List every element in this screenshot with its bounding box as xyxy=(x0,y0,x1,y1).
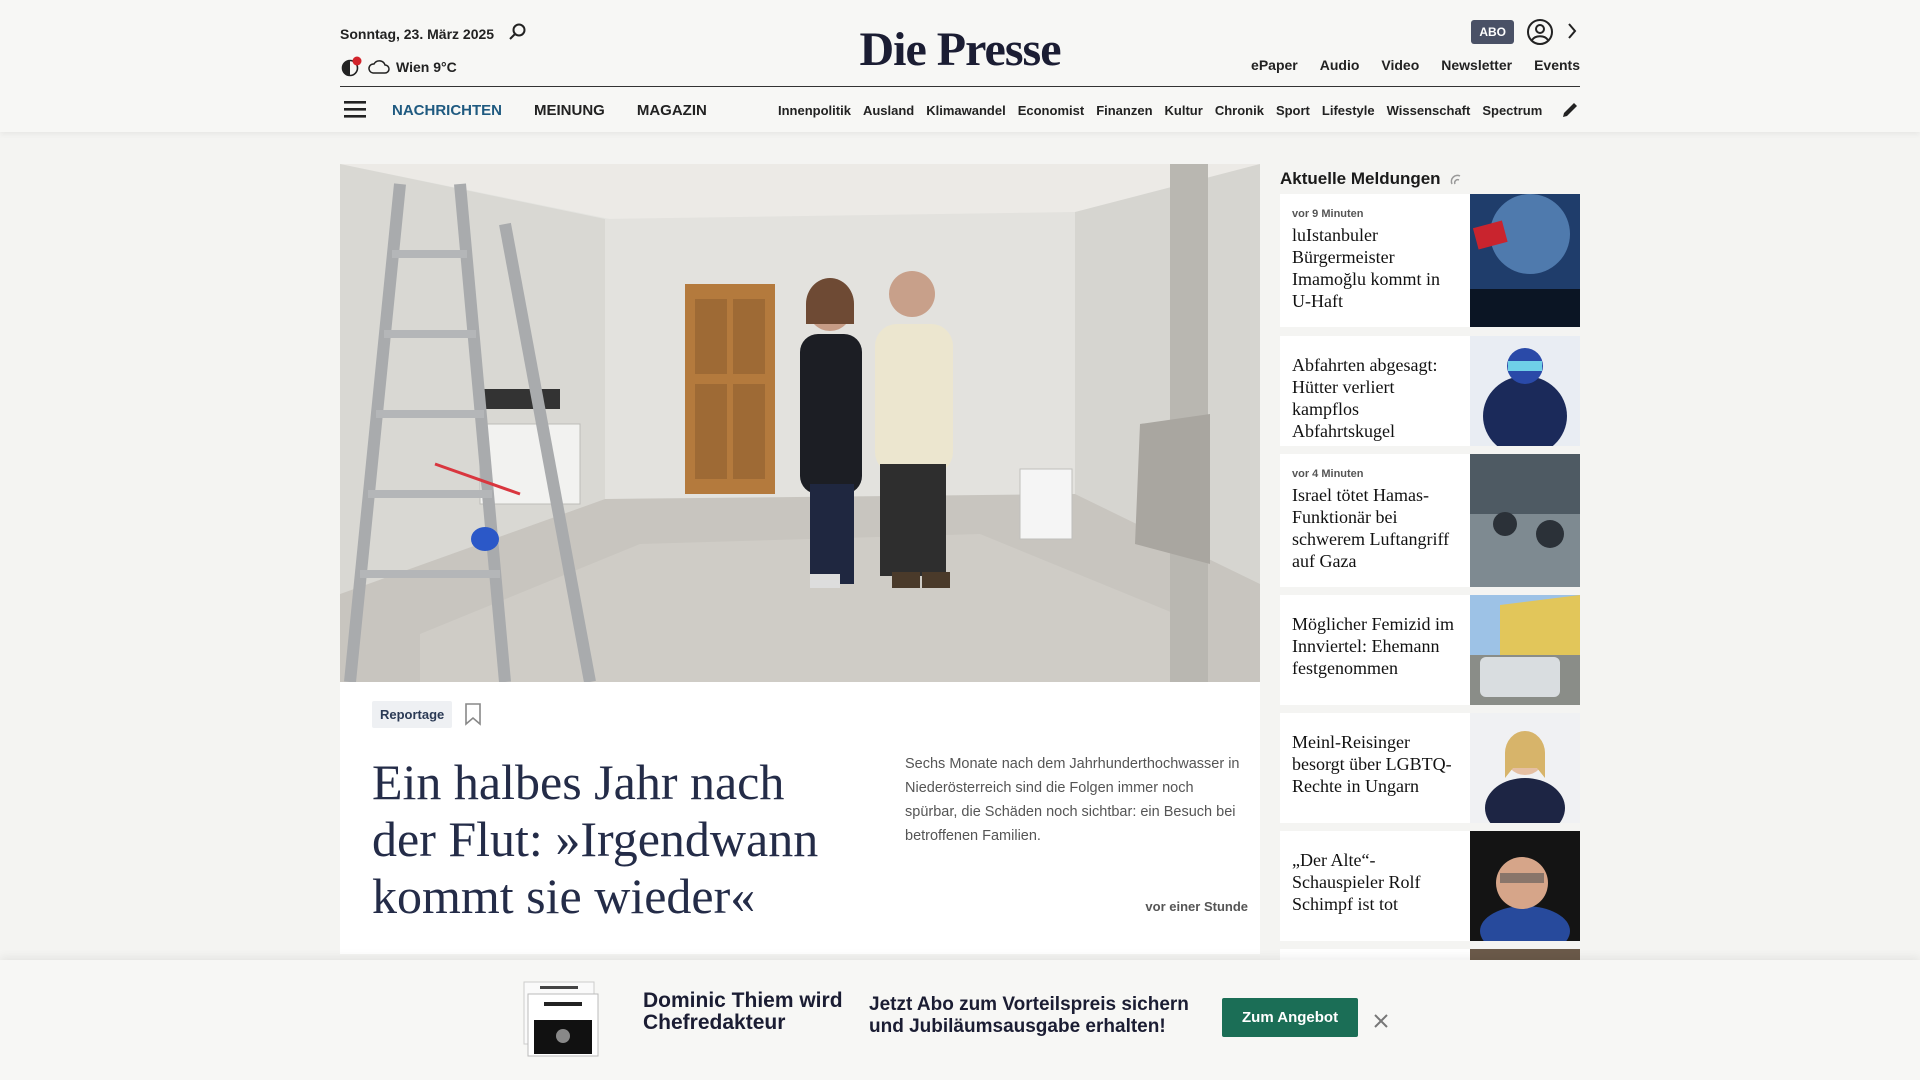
news-title: Meinl-Reisinger besorgt über LGBTQ-Recht… xyxy=(1292,732,1452,796)
news-thumbnail xyxy=(1470,713,1580,823)
news-thumbnail xyxy=(1470,595,1580,705)
news-item-istanbul[interactable]: vor 9 Minuten luIstanbuler Bürgermeister… xyxy=(1280,194,1580,327)
hero-headline[interactable]: Ein halbes Jahr nach der Flut: »Irgendwa… xyxy=(372,754,852,925)
main-nav: NACHRICHTEN MEINUNG MAGAZIN xyxy=(392,102,707,119)
news-text: vor 9 Minuten luIstanbuler Bürgermeister… xyxy=(1292,208,1462,312)
news-thumbnail xyxy=(1470,336,1580,446)
link-newsletter[interactable]: Newsletter xyxy=(1441,57,1512,73)
news-thumbnail xyxy=(1470,454,1580,587)
close-icon[interactable] xyxy=(1372,1012,1390,1030)
latest-news-sidebar: Aktuelle Meldungen vor 9 Minuten luIstan… xyxy=(1280,164,1580,969)
section-economist[interactable]: Economist xyxy=(1018,103,1084,118)
link-video[interactable]: Video xyxy=(1381,57,1419,73)
news-text: Meinl-Reisinger besorgt über LGBTQ-Recht… xyxy=(1292,727,1462,797)
section-wissenschaft[interactable]: Wissenschaft xyxy=(1387,103,1471,118)
nav-meinung[interactable]: MEINUNG xyxy=(534,102,605,119)
user-account-icon[interactable] xyxy=(1526,18,1554,46)
section-kultur[interactable]: Kultur xyxy=(1165,103,1203,118)
section-finanzen[interactable]: Finanzen xyxy=(1096,103,1152,118)
section-nav: Innenpolitik Ausland Klimawandel Economi… xyxy=(778,103,1578,118)
banner-offer-text: Jetzt Abo zum Vorteilspreis sichern und … xyxy=(869,994,1189,1037)
news-thumbnail xyxy=(1470,831,1580,941)
section-klimawandel[interactable]: Klimawandel xyxy=(926,103,1005,118)
subscription-banner: Dominic Thiem wird Chefredakteur Jetzt A… xyxy=(0,960,1920,1080)
news-text: „Der Alte“-Schauspieler Rolf Schimpf ist… xyxy=(1292,845,1462,915)
news-item-gaza[interactable]: vor 4 Minuten Israel tötet Hamas-Funktio… xyxy=(1280,454,1580,587)
newspaper-stack-image xyxy=(523,981,599,1057)
hero-teaser: Sechs Monate nach dem Jahrhunderthochwas… xyxy=(905,756,1240,844)
banner-headline: Dominic Thiem wird Chefredakteur xyxy=(643,989,843,1034)
news-text: vor 4 Minuten Israel tötet Hamas-Funktio… xyxy=(1292,468,1462,572)
news-text: Möglicher Femizid im Innviertel: Ehemann… xyxy=(1292,609,1462,679)
news-time: vor 9 Minuten xyxy=(1292,208,1364,220)
bookmark-icon[interactable] xyxy=(464,702,482,726)
hero-photo[interactable] xyxy=(340,164,1260,682)
header-inner: Sonntag, 23. März 2025 Wien 9°C Die Pres… xyxy=(340,0,1580,132)
news-time: vor 4 Minuten xyxy=(1292,468,1364,480)
nav-magazin[interactable]: MAGAZIN xyxy=(637,102,707,119)
chevron-right-icon[interactable] xyxy=(1564,20,1580,42)
hamburger-menu-icon[interactable] xyxy=(344,99,368,119)
hero-timestamp: vor einer Stunde xyxy=(1145,899,1248,914)
news-title: Möglicher Femizid im Innviertel: Ehemann… xyxy=(1292,614,1454,678)
nav-nachrichten[interactable]: NACHRICHTEN xyxy=(392,102,502,119)
news-item-huetter[interactable]: Abfahrten abgesagt: Hütter verliert kamp… xyxy=(1280,336,1580,446)
section-ausland[interactable]: Ausland xyxy=(863,103,914,118)
link-epaper[interactable]: ePaper xyxy=(1251,57,1298,73)
site-header: Sonntag, 23. März 2025 Wien 9°C Die Pres… xyxy=(0,0,1920,132)
news-title: „Der Alte“-Schauspieler Rolf Schimpf ist… xyxy=(1292,850,1421,914)
hero-article: Reportage Ein halbes Jahr nach der Flut:… xyxy=(340,164,1260,954)
news-thumbnail xyxy=(1470,194,1580,327)
sidebar-title-label: Aktuelle Meldungen xyxy=(1280,169,1441,188)
header-divider xyxy=(340,86,1580,87)
section-chronik[interactable]: Chronik xyxy=(1215,103,1264,118)
sidebar-title: Aktuelle Meldungen xyxy=(1280,164,1580,194)
news-text: Abfahrten abgesagt: Hütter verliert kamp… xyxy=(1292,350,1462,442)
top-links: ePaper Audio Video Newsletter Events xyxy=(1251,57,1580,73)
abo-button[interactable]: ABO xyxy=(1471,20,1514,44)
offer-button[interactable]: Zum Angebot xyxy=(1222,998,1359,1037)
pencil-icon[interactable] xyxy=(1560,100,1580,120)
section-innenpolitik[interactable]: Innenpolitik xyxy=(778,103,851,118)
news-item-meinl-reisinger[interactable]: Meinl-Reisinger besorgt über LGBTQ-Recht… xyxy=(1280,713,1580,823)
section-lifestyle[interactable]: Lifestyle xyxy=(1322,103,1375,118)
link-audio[interactable]: Audio xyxy=(1320,57,1360,73)
section-spectrum[interactable]: Spectrum xyxy=(1482,103,1542,118)
section-sport[interactable]: Sport xyxy=(1276,103,1310,118)
news-item-femizid[interactable]: Möglicher Femizid im Innviertel: Ehemann… xyxy=(1280,595,1580,705)
news-title: Abfahrten abgesagt: Hütter verliert kamp… xyxy=(1292,355,1438,441)
link-events[interactable]: Events xyxy=(1534,57,1580,73)
pulse-icon xyxy=(1450,174,1460,185)
news-title: Israel tötet Hamas-Funktionär bei schwer… xyxy=(1292,485,1450,571)
category-tag[interactable]: Reportage xyxy=(372,701,453,728)
news-item-rolf-schimpf[interactable]: „Der Alte“-Schauspieler Rolf Schimpf ist… xyxy=(1280,831,1580,941)
news-title: luIstanbuler Bürgermeister Imamoğlu komm… xyxy=(1292,225,1440,311)
